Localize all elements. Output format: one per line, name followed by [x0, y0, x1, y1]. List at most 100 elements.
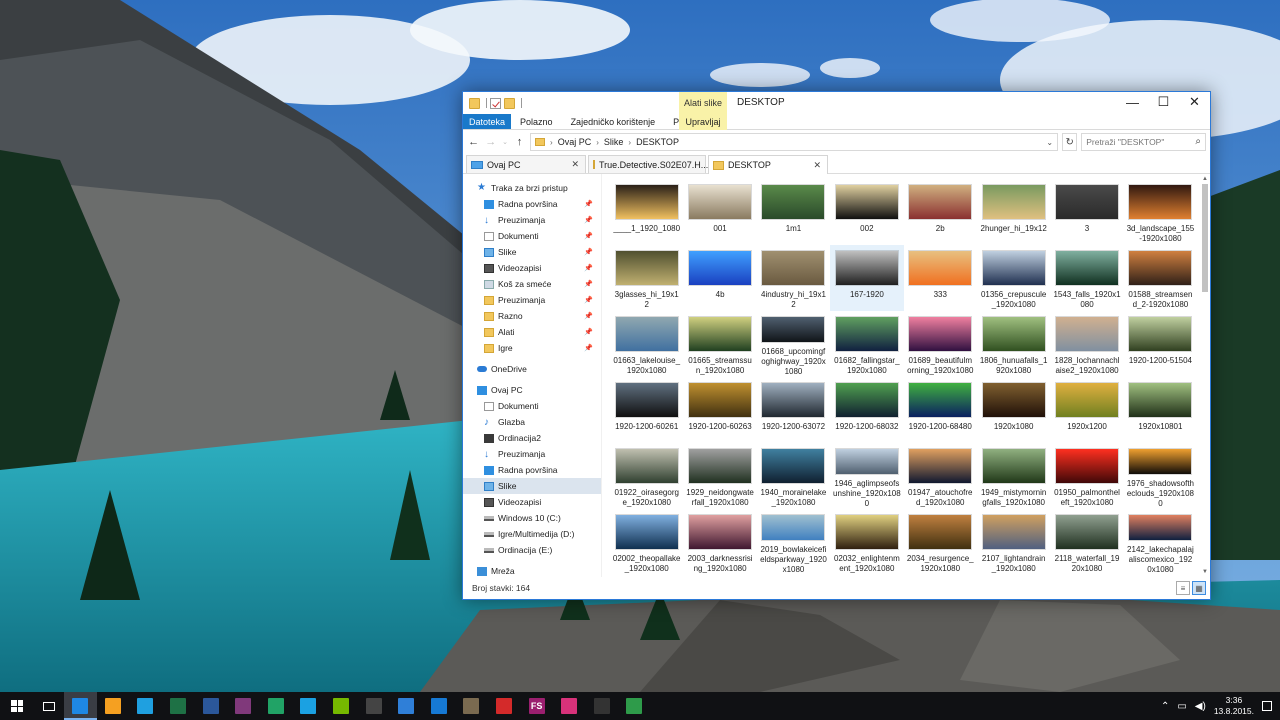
file-item[interactable]: 1920-1200-68032	[830, 377, 903, 443]
taskbar-app-app-dark[interactable]	[586, 692, 619, 720]
scroll-down-arrow-icon[interactable]: ▼	[1200, 567, 1210, 577]
file-item[interactable]: 2b	[904, 179, 977, 245]
start-button[interactable]	[0, 692, 34, 720]
nav-item-ordinacija-e[interactable]: Ordinacija (E:)	[463, 542, 601, 558]
nav-item-slike[interactable]: Slike	[463, 478, 601, 494]
refresh-icon[interactable]: ↻	[1062, 133, 1078, 151]
file-item[interactable]: 2107_lightandrain_1920x1080	[977, 509, 1050, 575]
breadcrumb-this-pc[interactable]: Ovaj PC	[558, 137, 592, 147]
file-item[interactable]: 002	[830, 179, 903, 245]
taskbar-app-onenote[interactable]	[227, 692, 260, 720]
breadcrumb-separator-icon[interactable]: ›	[628, 138, 631, 147]
file-item[interactable]: 01950_palmontheleft_1920x1080	[1050, 443, 1123, 509]
breadcrumb-separator-icon[interactable]: ›	[550, 138, 553, 147]
task-view-button[interactable]	[34, 692, 64, 720]
file-item[interactable]: ____1_1920_1080	[610, 179, 683, 245]
file-item[interactable]: 1946_aglimpseofsunshine_1920x1080	[830, 443, 903, 509]
nav-item-igre-multimedija-d[interactable]: Igre/Multimedija (D:)	[463, 526, 601, 542]
breadcrumb-desktop[interactable]: DESKTOP	[636, 137, 679, 147]
file-item[interactable]: 1949_mistymorningfalls_1920x1080	[977, 443, 1050, 509]
file-item[interactable]: 1929_neidongwaterfall_1920x1080	[683, 443, 756, 509]
file-item[interactable]: 1920-1200-63072	[757, 377, 830, 443]
maximize-button[interactable]: ☐	[1148, 92, 1179, 112]
nav-item-glazba[interactable]: ♪ Glazba	[463, 414, 601, 430]
file-item[interactable]: 2019_bowlakeicefieldsparkway_1920x1080	[757, 509, 830, 575]
forward-arrow-icon[interactable]: →	[484, 135, 497, 149]
recent-locations-chevron-icon[interactable]: ⌄	[501, 135, 509, 149]
nav-item-radna-povr-ina[interactable]: Radna površina 📌	[463, 196, 601, 212]
file-item[interactable]: 2003_darknessrising_1920x1080	[683, 509, 756, 575]
nav-item-ordinacija2[interactable]: Ordinacija2	[463, 430, 601, 446]
file-item[interactable]: 01689_beautifulmorning_1920x1080	[904, 311, 977, 377]
nav-item-onedrive[interactable]: OneDrive	[463, 361, 601, 377]
file-item[interactable]: 1920x1200	[1050, 377, 1123, 443]
ribbon-tab-file[interactable]: Datoteka	[463, 114, 512, 129]
nav-item-ovaj-pc[interactable]: Ovaj PC	[463, 382, 601, 398]
action-center-icon[interactable]	[1262, 701, 1272, 711]
properties-icon[interactable]	[490, 97, 501, 109]
nav-item-mre-a[interactable]: Mreža	[463, 563, 601, 577]
file-item[interactable]: 3d_landscape_155-1920x1080	[1124, 179, 1197, 245]
taskbar-app-firefox[interactable]	[97, 692, 130, 720]
scrollbar-thumb[interactable]	[1202, 184, 1208, 292]
file-item[interactable]: 1806_hunuafalls_1920x1080	[977, 311, 1050, 377]
nav-item-alati[interactable]: Alati 📌	[463, 324, 601, 340]
file-item[interactable]: 02002_theopallake_1920x1080	[610, 509, 683, 575]
file-view[interactable]: ____1_1920_1080 001 1m1 002 2b 2hunger_hi_19x…	[602, 174, 1210, 577]
navigation-pane[interactable]: ★ Traka za brzi pristup Radna površina 📌 ↓ Pr…	[463, 174, 602, 577]
taskbar-app-word[interactable]	[194, 692, 227, 720]
file-item[interactable]: 4b	[683, 245, 756, 311]
nav-item-dokumenti[interactable]: Dokumenti 📌	[463, 228, 601, 244]
minimize-button[interactable]: —	[1117, 92, 1148, 112]
file-item[interactable]: 01922_oirasegorge_1920x1080	[610, 443, 683, 509]
nav-item-preuzimanja[interactable]: ↓ Preuzimanja	[463, 446, 601, 462]
taskbar-app-app-pink[interactable]	[553, 692, 586, 720]
nav-item-radna-povr-ina[interactable]: Radna površina	[463, 462, 601, 478]
file-item[interactable]: 1920-1200-68480	[904, 377, 977, 443]
close-tab-icon[interactable]: ✕	[813, 160, 821, 171]
network-icon[interactable]: ▭	[1177, 701, 1186, 712]
file-item[interactable]: 1920-1200-60263	[683, 377, 756, 443]
nav-item-slike[interactable]: Slike 📌	[463, 244, 601, 260]
volume-icon[interactable]: ◀)	[1195, 701, 1206, 712]
ribbon-tab-share[interactable]: Zajedničko korištenje	[562, 114, 665, 129]
file-item[interactable]: 3	[1050, 179, 1123, 245]
ribbon-tab-home[interactable]: Polazno	[511, 114, 562, 129]
nav-item-igre[interactable]: Igre 📌	[463, 340, 601, 356]
nav-item-preuzimanja[interactable]: ↓ Preuzimanja 📌	[463, 212, 601, 228]
breadcrumb-pictures[interactable]: Slike	[604, 137, 624, 147]
up-arrow-icon[interactable]: ↑	[513, 135, 526, 149]
taskbar-app-fs[interactable]: FS	[520, 692, 553, 720]
close-tab-icon[interactable]: ✕	[571, 159, 579, 170]
file-item[interactable]: 1m1	[757, 179, 830, 245]
nav-item-videozapisi[interactable]: Videozapisi 📌	[463, 260, 601, 276]
file-item[interactable]: 167-1920	[830, 245, 904, 311]
file-item[interactable]: 2034_resurgence_1920x1080	[904, 509, 977, 575]
file-item[interactable]: 001	[683, 179, 756, 245]
taskbar-app-app-check[interactable]	[357, 692, 390, 720]
address-bar[interactable]: › Ovaj PC › Slike › DESKTOP ⌄	[530, 133, 1059, 151]
details-view-icon[interactable]: ≡	[1176, 581, 1190, 595]
tab-desktop[interactable]: DESKTOP ✕	[708, 155, 828, 174]
taskbar-app-app-teal[interactable]	[292, 692, 325, 720]
file-item[interactable]: 01668_upcomingfoghighway_1920x1080	[757, 311, 830, 377]
file-item[interactable]: 2hunger_hi_19x12	[977, 179, 1050, 245]
file-item[interactable]: 1976_shadowsoftheclouds_1920x1080	[1124, 443, 1197, 509]
title-bar[interactable]: Alati slike DESKTOP — ☐ ✕	[463, 92, 1210, 130]
tab-this-pc[interactable]: Ovaj PC ✕	[466, 155, 586, 173]
breadcrumb-separator-icon[interactable]: ›	[596, 138, 599, 147]
file-item[interactable]: 01356_crepuscule_1920x1080	[977, 245, 1050, 311]
file-item[interactable]: 333	[904, 245, 977, 311]
file-item[interactable]: 1828_lochannachlaise2_1920x1080	[1050, 311, 1123, 377]
close-button[interactable]: ✕	[1179, 92, 1210, 112]
taskbar-app-excel[interactable]	[162, 692, 195, 720]
file-item[interactable]: 1940_morainelake_1920x1080	[757, 443, 830, 509]
taskbar-app-file-explorer[interactable]	[64, 692, 97, 720]
file-item[interactable]: 2142_lakechapalajaliscomexico_1920x1080	[1124, 509, 1197, 575]
tab-true-detective[interactable]: True.Detective.S02E07.H... ✕	[588, 155, 720, 173]
nav-item-dokumenti[interactable]: Dokumenti	[463, 398, 601, 414]
file-item[interactable]: 01588_streamsend_2-1920x1080	[1124, 245, 1197, 311]
nav-item-ko-za-sme-e[interactable]: Koš za smeće 📌	[463, 276, 601, 292]
file-item[interactable]: 02032_enlightenment_1920x1080	[830, 509, 903, 575]
new-folder-icon[interactable]	[504, 97, 515, 109]
